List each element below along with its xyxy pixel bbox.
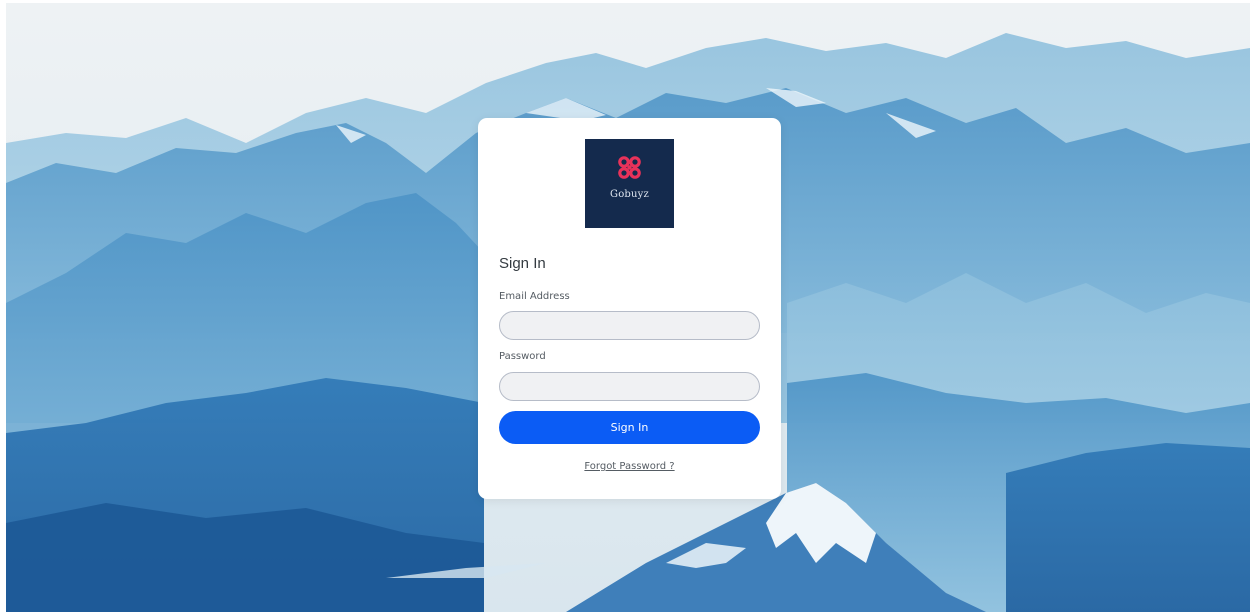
login-page: Gobuyz Sign In Email Address Password Si… bbox=[0, 0, 1254, 614]
logo-wordmark: Gobuyz bbox=[610, 189, 649, 200]
sign-in-button[interactable]: Sign In bbox=[499, 411, 760, 444]
gobuyz-logo: Gobuyz bbox=[585, 139, 674, 228]
password-field[interactable] bbox=[499, 372, 760, 401]
email-field[interactable] bbox=[499, 311, 760, 340]
email-label: Email Address bbox=[499, 291, 570, 302]
forgot-password-link[interactable]: Forgot Password ? bbox=[478, 461, 781, 472]
forgot-password-label[interactable]: Forgot Password ? bbox=[584, 461, 674, 472]
flower-logo-icon bbox=[618, 156, 641, 179]
sign-in-card: Gobuyz Sign In Email Address Password Si… bbox=[478, 118, 781, 499]
page-title: Sign In bbox=[499, 255, 546, 272]
password-label: Password bbox=[499, 351, 546, 362]
